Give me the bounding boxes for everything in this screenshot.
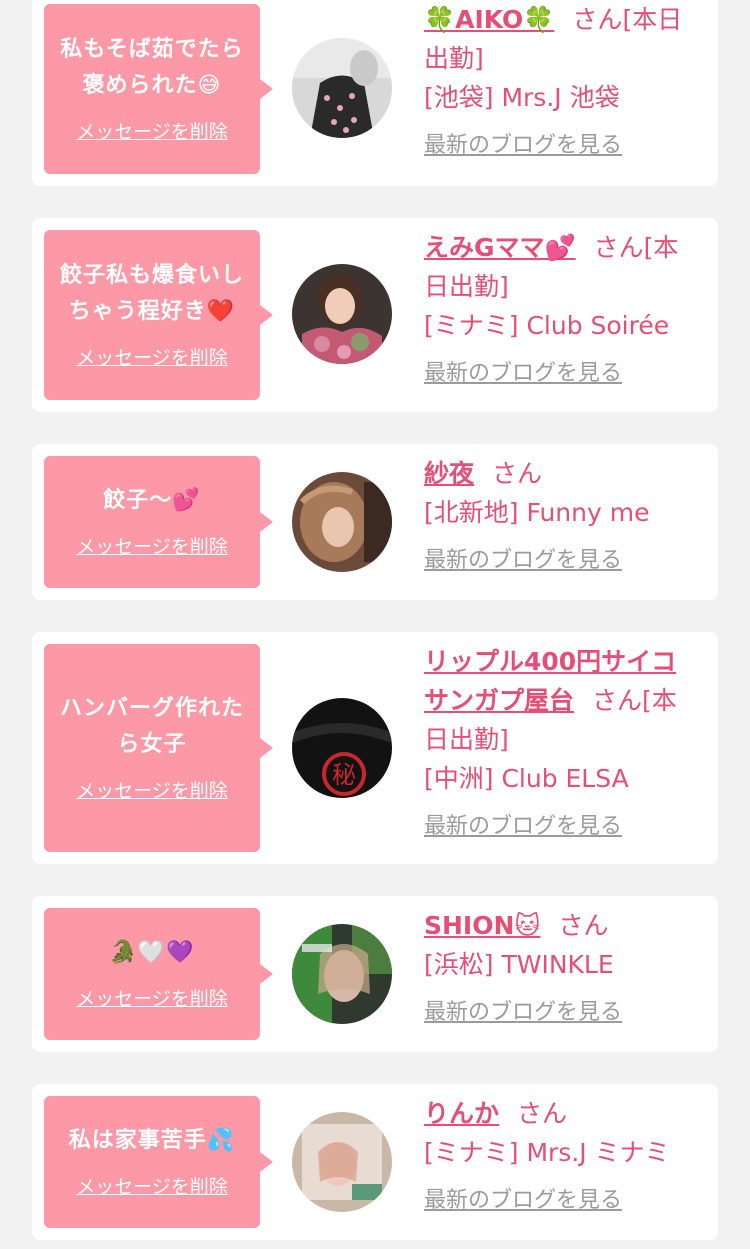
message-card: 私もそば茹でたら褒められた😅 メッセージを削除 🍀AIKO🍀さん[本日出勤] — [32, 0, 718, 186]
cast-info: リップル400円サイコサンガプ屋台 さん[本日出勤] [中洲] Club ELSA… — [424, 642, 700, 843]
message-text: 🐊🤍💜 — [109, 940, 195, 965]
message-feed: 私もそば茹でたら褒められた😅 メッセージを削除 🍀AIKO🍀さん[本日出勤] — [0, 0, 750, 1249]
cast-info: えみGママ💕 さん[本日出勤] [ミナミ] Club Soirée 最新のブログを… — [424, 228, 700, 390]
message-bubble: ハンバーグ作れたら女子 メッセージを削除 — [44, 644, 273, 852]
message-text: 私は家事苦手💦 — [68, 1128, 236, 1153]
message-bubble: 私は家事苦手💦 メッセージを削除 — [44, 1096, 273, 1228]
honorific: さん — [517, 1099, 568, 1128]
latest-blog-link[interactable]: 最新のブログを見る — [424, 130, 700, 162]
message-card: 私は家事苦手💦 メッセージを削除 りんか さん [ミナミ] Mrs.J ミナミ 最… — [32, 1084, 718, 1240]
cast-info: りんか さん [ミナミ] Mrs.J ミナミ 最新のブログを見る — [424, 1094, 700, 1217]
message-text: ハンバーグ作れたら女子 — [59, 696, 244, 757]
cast-name-link[interactable]: 紗夜 — [424, 459, 474, 488]
message-text: 餃子私も爆食いしちゃう程好き❤️ — [59, 263, 244, 324]
message-bubble: 餃子私も爆食いしちゃう程好き❤️ メッセージを削除 — [44, 230, 273, 400]
avatar[interactable] — [292, 264, 392, 364]
cast-name-line: えみGママ💕 さん[本日出勤] — [424, 228, 700, 306]
delete-message-link[interactable]: メッセージを削除 — [76, 118, 228, 146]
cast-name-link[interactable]: りんか — [424, 1099, 499, 1128]
latest-blog-link[interactable]: 最新のブログを見る — [424, 1185, 700, 1217]
message-card: 餃子〜💕 メッセージを削除 紗夜 さん [北新地] Funny me 最新のブログ… — [32, 444, 718, 600]
message-bubble: 🐊🤍💜 メッセージを削除 — [44, 908, 273, 1040]
honorific: さん — [572, 5, 623, 34]
shop-name: [ミナミ] Club Soirée — [424, 311, 670, 340]
avatar[interactable] — [292, 472, 392, 572]
shop-name: [池袋] Mrs.J 池袋 — [424, 83, 620, 112]
delete-message-link[interactable]: メッセージを削除 — [76, 777, 228, 805]
cast-name-line: りんか さん — [424, 1094, 700, 1133]
message-bubble: 餃子〜💕 メッセージを削除 — [44, 456, 273, 588]
message-text: 餃子〜💕 — [103, 488, 201, 513]
cast-info: 紗夜 さん [北新地] Funny me 最新のブログを見る — [424, 454, 700, 577]
cast-name-link[interactable]: えみGママ💕 — [424, 233, 576, 262]
cast-name-link[interactable]: SHION🐱 — [424, 911, 540, 940]
shop-name: [中洲] Club ELSA — [424, 764, 629, 793]
delete-message-link[interactable]: メッセージを削除 — [76, 344, 228, 372]
delete-message-link[interactable]: メッセージを削除 — [76, 985, 228, 1013]
cast-info: 🍀AIKO🍀 さん[本日出勤] [池袋] Mrs.J 池袋 最新のブログを見る — [424, 0, 700, 162]
avatar[interactable] — [292, 1112, 392, 1212]
latest-blog-link[interactable]: 最新のブログを見る — [424, 545, 700, 577]
cast-name-line: 紗夜 さん — [424, 454, 700, 493]
shop-name: [浜松] TWINKLE — [424, 950, 614, 979]
honorific: さん — [593, 233, 644, 262]
message-bubble: 私もそば茹でたら褒められた😅 メッセージを削除 — [44, 4, 273, 174]
honorific: さん — [492, 459, 543, 488]
latest-blog-link[interactable]: 最新のブログを見る — [424, 358, 700, 390]
honorific: さん — [558, 911, 609, 940]
avatar[interactable]: 秘 — [292, 698, 392, 798]
honorific: さん — [592, 686, 643, 715]
message-card: 餃子私も爆食いしちゃう程好き❤️ メッセージを削除 えみGママ💕 さん[本日出勤]… — [32, 218, 718, 412]
cast-info: SHION🐱 さん [浜松] TWINKLE 最新のブログを見る — [424, 906, 700, 1029]
message-text: 私もそば茹でたら褒められた😅 — [60, 37, 244, 98]
shop-name: [北新地] Funny me — [424, 498, 650, 527]
delete-message-link[interactable]: メッセージを削除 — [76, 1173, 228, 1201]
cast-name-line: 🍀AIKO🍀 さん[本日出勤] — [424, 0, 700, 78]
message-card: ハンバーグ作れたら女子 メッセージを削除 秘 リップル400円サイコサンガプ屋台… — [32, 632, 718, 864]
cast-name-line: リップル400円サイコサンガプ屋台 さん[本日出勤] — [424, 642, 700, 759]
cast-name-link[interactable]: 🍀AIKO🍀 — [424, 5, 554, 34]
delete-message-link[interactable]: メッセージを削除 — [76, 533, 228, 561]
cast-name-line: SHION🐱 さん — [424, 906, 700, 945]
latest-blog-link[interactable]: 最新のブログを見る — [424, 997, 700, 1029]
message-card: 🐊🤍💜 メッセージを削除 SHION🐱 さん [浜松] TWINKLE 最新のブロ… — [32, 896, 718, 1052]
avatar[interactable] — [292, 924, 392, 1024]
latest-blog-link[interactable]: 最新のブログを見る — [424, 811, 700, 843]
shop-name: [ミナミ] Mrs.J ミナミ — [424, 1138, 670, 1167]
avatar[interactable] — [292, 38, 392, 138]
svg-text:秘: 秘 — [332, 761, 356, 789]
